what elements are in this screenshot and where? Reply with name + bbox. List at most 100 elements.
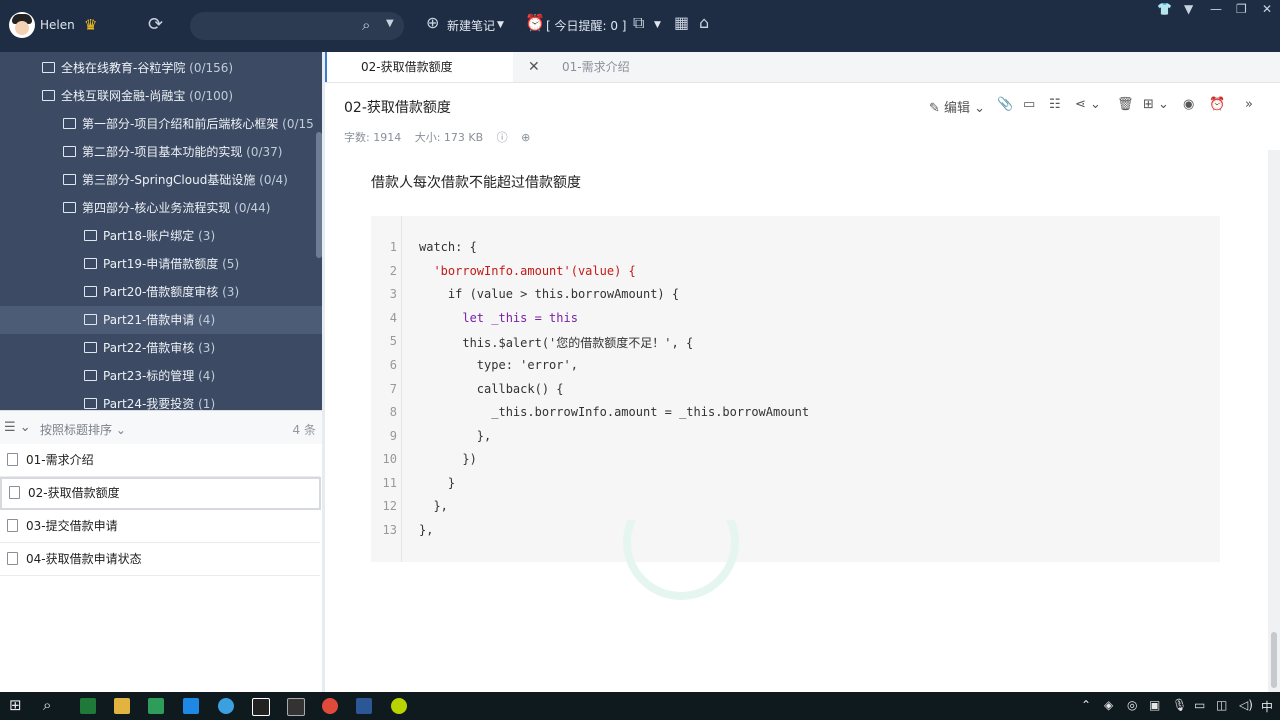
list-item-selected[interactable]: 02-获取借款额度 — [0, 477, 321, 510]
external-window-icon[interactable]: ⧉ — [633, 13, 644, 33]
delete-icon[interactable]: 🗑 — [1117, 97, 1134, 112]
comment-icon[interactable]: ▭ — [1023, 97, 1035, 112]
note-count: 4 条 — [292, 423, 316, 437]
tab-active[interactable]: 02-获取借款额度 ✕ — [325, 52, 540, 82]
folder-icon — [84, 398, 97, 409]
alarm-icon[interactable]: ⏰ — [525, 13, 545, 32]
tree-item-selected[interactable]: Part21-借款申请 (4) — [0, 306, 322, 334]
browser-icon[interactable] — [218, 698, 234, 714]
chevron-down-icon[interactable]: ▼ — [654, 20, 661, 30]
list-item[interactable]: 03-提交借款申请 — [0, 510, 320, 543]
add-icon[interactable]: ⊕ — [521, 131, 530, 144]
tree-item[interactable]: 第三部分-SpringCloud基础设施 (0/4) — [0, 166, 322, 194]
weibo-icon[interactable]: ◉ — [1183, 97, 1194, 112]
notebook-tree: 全栈在线教育-谷粒学院 (0/156) 全栈互联网金融-尚融宝 (0/100) … — [0, 52, 322, 410]
info-icon[interactable]: ⓘ — [497, 131, 508, 144]
tray-icon[interactable]: ▣ — [1149, 698, 1160, 712]
app-icon[interactable] — [148, 698, 164, 714]
vscode-icon[interactable] — [183, 698, 199, 714]
folder-icon[interactable] — [114, 698, 130, 714]
folder-icon — [63, 146, 76, 157]
search-icon[interactable]: ⌕ — [362, 16, 370, 34]
folder-icon — [63, 118, 76, 129]
volume-icon[interactable]: ◁) — [1239, 698, 1253, 712]
chevron-down-icon[interactable]: ▼ — [497, 20, 504, 30]
tree-item[interactable]: Part22-借款审核 (3) — [0, 334, 322, 362]
tree-item[interactable]: 全栈互联网金融-尚融宝 (0/100) — [0, 82, 322, 110]
editor-scrollbar[interactable] — [1268, 150, 1280, 692]
line-number: 2 — [389, 264, 397, 278]
folder-icon — [84, 314, 97, 325]
edit-button[interactable]: ✎ 编辑 ⌄ — [929, 97, 985, 116]
tray-icon[interactable]: ◈ — [1104, 698, 1113, 712]
tree-item[interactable]: Part23-标的管理 (4) — [0, 362, 322, 390]
history-icon[interactable]: ☷ — [1049, 97, 1061, 112]
document-icon — [7, 453, 18, 466]
share-icon[interactable]: ⋖ ⌄ — [1075, 97, 1101, 112]
add-icon[interactable]: ⊕ — [426, 13, 439, 32]
list-item[interactable]: 01-需求介绍 — [0, 444, 320, 477]
alarm-icon[interactable]: ⏰ — [1209, 97, 1225, 112]
sync-icon[interactable]: ⟳ — [148, 14, 163, 35]
grid-icon[interactable]: ▦ — [674, 13, 689, 32]
tray-icon[interactable]: ◎ — [1127, 698, 1137, 712]
list-icon[interactable]: ☰ ⌄ — [4, 420, 31, 435]
wifi-icon[interactable]: ◫ — [1216, 698, 1227, 712]
ime-indicator[interactable]: 中 — [1261, 698, 1273, 715]
folder-icon — [84, 258, 97, 269]
windows-taskbar: ⊞ ⌕ ⌃ ◈ ◎ ▣ 🎙 ▭ ◫ ◁) 中 — [0, 692, 1280, 720]
home-icon[interactable]: ⌂ — [699, 13, 709, 32]
restore-icon[interactable]: ❐ — [1236, 2, 1247, 16]
scrollbar-thumb[interactable] — [1271, 632, 1277, 688]
line-number: 12 — [382, 499, 397, 513]
tree-item[interactable]: 全栈在线教育-谷粒学院 (0/156) — [0, 54, 322, 82]
microphone-icon[interactable]: 🎙 — [1172, 698, 1187, 712]
close-icon[interactable]: ✕ — [1262, 2, 1272, 16]
tree-item[interactable]: Part20-借款额度审核 (3) — [0, 278, 322, 306]
close-icon[interactable]: ✕ — [528, 52, 540, 82]
line-number: 1 — [389, 240, 397, 254]
chevron-up-icon[interactable]: ⌃ — [1081, 698, 1091, 712]
tree-item[interactable]: Part19-申请借款额度 (5) — [0, 250, 322, 278]
intellij-icon[interactable] — [252, 698, 270, 716]
chevron-down-icon[interactable]: ▼ — [386, 18, 394, 29]
tab[interactable]: 01-需求介绍 — [562, 52, 630, 82]
line-number: 10 — [382, 452, 397, 466]
menu-icon[interactable]: ▼ — [1184, 2, 1193, 16]
search-icon[interactable]: ⌕ — [43, 696, 51, 714]
code-line: 'borrowInfo.amount'(value) { — [419, 264, 636, 278]
search-input[interactable]: ⌕ ▼ — [190, 12, 404, 40]
tree-item[interactable]: 第一部分-项目介绍和前后端核心框架 (0/15 — [0, 110, 322, 138]
layout-icon[interactable]: ⊞ ⌄ — [1143, 97, 1169, 112]
terminal-icon[interactable] — [287, 698, 305, 716]
page-title: 02-获取借款额度 — [344, 100, 451, 116]
new-note-button[interactable]: 新建笔记 — [447, 17, 495, 34]
list-item[interactable]: 04-获取借款申请状态 — [0, 543, 320, 576]
doc-meta: 字数: 1914 大小: 173 KB ⓘ ⊕ — [344, 129, 540, 145]
chrome-icon[interactable] — [322, 698, 338, 714]
network-icon[interactable]: ▭ — [1194, 698, 1205, 712]
expand-icon[interactable]: » — [1245, 97, 1253, 112]
word-icon[interactable] — [356, 698, 372, 714]
reminder-button[interactable]: [ 今日提醒: 0 ] — [546, 17, 627, 34]
app-icon[interactable] — [391, 698, 407, 714]
code-line: this.$alert('您的借款额度不足！', { — [419, 336, 694, 350]
windows-start-icon[interactable]: ⊞ — [9, 696, 22, 714]
folder-icon — [42, 62, 55, 73]
code-block[interactable]: 1 2 3 4 5 6 7 8 9 10 11 12 13 watch: { '… — [371, 216, 1220, 562]
sort-dropdown[interactable]: 按照标题排序 ⌄ — [40, 421, 126, 438]
attachment-icon[interactable]: 📎 — [997, 97, 1013, 112]
skin-icon[interactable]: 👕 — [1157, 2, 1172, 16]
code-line: }, — [419, 429, 492, 443]
editor-content[interactable]: 借款人每次借款不能超过借款额度 1 2 3 4 5 6 7 8 9 10 11 … — [325, 150, 1268, 692]
tree-item[interactable]: Part24-我要投资 (1) — [0, 390, 322, 410]
tree-item[interactable]: Part18-账户绑定 (3) — [0, 222, 322, 250]
tree-item[interactable]: 第四部分-核心业务流程实现 (0/44) — [0, 194, 322, 222]
minimize-icon[interactable]: — — [1210, 2, 1222, 16]
app-icon[interactable] — [80, 698, 96, 714]
folder-icon — [63, 174, 76, 185]
avatar[interactable] — [9, 12, 35, 38]
tree-item[interactable]: 第二部分-项目基本功能的实现 (0/37) — [0, 138, 322, 166]
line-number: 5 — [389, 334, 397, 348]
note-list-header: ☰ ⌄ 按照标题排序 ⌄ 4 条 — [0, 410, 322, 445]
